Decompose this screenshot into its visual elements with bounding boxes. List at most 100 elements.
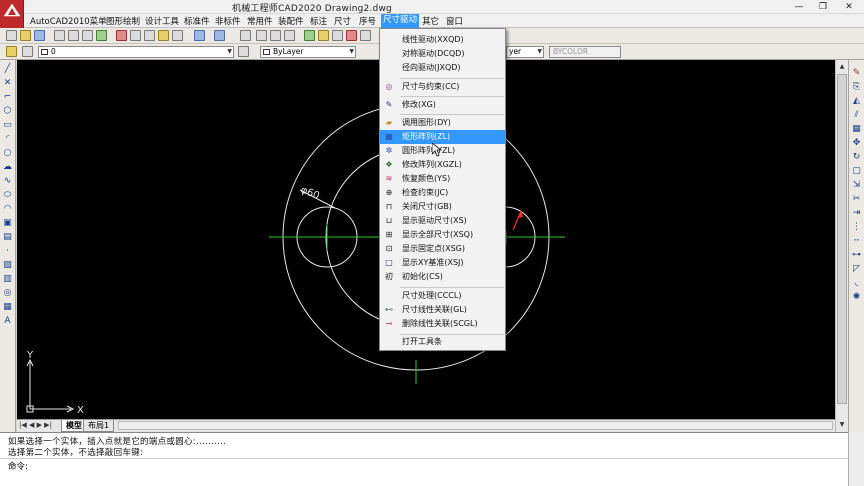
erase-icon[interactable]: ✎ [851, 68, 862, 79]
rotate-icon[interactable]: ↻ [851, 152, 862, 163]
region-icon[interactable]: ◎ [2, 288, 13, 299]
join-icon[interactable]: ⊶ [851, 250, 862, 261]
fillet-icon[interactable]: ◟ [851, 278, 862, 289]
ellipse-icon[interactable]: ⬭ [2, 190, 13, 201]
restore-button[interactable]: ❐ [810, 0, 836, 14]
menu-item-dimension-constraint[interactable]: ◎ 尺寸与约束(CC) [380, 80, 505, 94]
menu-window[interactable]: 窗口 [446, 15, 463, 27]
move-icon[interactable]: ✥ [851, 138, 862, 149]
open-file-icon[interactable] [20, 30, 31, 41]
zoom-realtime-icon[interactable] [256, 30, 267, 41]
layer-state-icon[interactable] [22, 46, 33, 57]
layer-manager-icon[interactable] [6, 46, 17, 57]
extend-icon[interactable]: ⇥ [851, 208, 862, 219]
redo-icon[interactable] [214, 30, 225, 41]
print-preview-icon[interactable] [68, 30, 79, 41]
arc-icon[interactable]: ◜ [2, 134, 13, 145]
layer-dropdown[interactable]: 0 ▼ [38, 46, 234, 58]
menu-nonstandard-parts[interactable]: 非标件 [215, 15, 241, 27]
copy-icon[interactable] [130, 30, 141, 41]
menu-item-check-constraint[interactable]: ⊕ 检查约束(JC) [380, 186, 505, 200]
mirror-icon[interactable]: ◭ [851, 96, 862, 107]
ellipse-arc-icon[interactable]: ◠ [2, 204, 13, 215]
menu-item-modify-array[interactable]: ❖ 修改阵列(XGZL) [380, 158, 505, 172]
scale-icon[interactable]: ▢ [851, 166, 862, 177]
table-icon[interactable]: ▦ [2, 302, 13, 313]
cut-icon[interactable] [116, 30, 127, 41]
tab-layout1[interactable]: 布局1 [83, 420, 115, 432]
zoom-previous-icon[interactable] [284, 30, 295, 41]
polygon-icon[interactable]: ⬡ [2, 106, 13, 117]
markup-icon[interactable] [360, 30, 371, 41]
menu-dimension-driven[interactable]: 尺寸驱动 [381, 14, 420, 28]
paste-icon[interactable] [144, 30, 155, 41]
menu-item-initialize[interactable]: 初初始化(CS) [380, 270, 505, 284]
menu-common-parts[interactable]: 常用件 [247, 15, 273, 27]
menu-item-symmetric-drive[interactable]: 对称驱动(DCQD) [380, 47, 505, 61]
gradient-icon[interactable]: ▥ [2, 274, 13, 285]
app-logo-icon[interactable] [0, 0, 24, 28]
menu-autocad[interactable]: AutoCAD2010菜单 [30, 15, 107, 27]
menu-item-show-all-dimension[interactable]: ⊞ 显示全部尺寸(XSQ) [380, 228, 505, 242]
polyline-icon[interactable]: ⌐ [2, 92, 13, 103]
scroll-thumb[interactable] [837, 74, 847, 404]
offset-icon[interactable]: ⫽ [851, 110, 862, 121]
menu-other[interactable]: 其它 [422, 15, 439, 27]
horizontal-scrollbar[interactable] [118, 421, 833, 430]
menu-item-modify[interactable]: ✎ 修改(XG) [380, 98, 505, 112]
close-button[interactable]: ✕ [836, 0, 862, 14]
menu-design-tools[interactable]: 设计工具 [145, 15, 179, 27]
menu-draw[interactable]: 图形绘制 [106, 15, 140, 27]
trim-icon[interactable]: ✂ [851, 194, 862, 205]
menu-item-restore-color[interactable]: ≋ 恢复颜色(YS) [380, 172, 505, 186]
tool-palettes-icon[interactable] [332, 30, 343, 41]
linetype-dropdown[interactable]: yer ▼ [506, 46, 544, 58]
sheet-set-icon[interactable] [346, 30, 357, 41]
chamfer-icon[interactable]: ◸ [851, 264, 862, 275]
dimension-label[interactable]: φ60 [299, 185, 321, 202]
insert-block-icon[interactable]: ▣ [2, 218, 13, 229]
menu-dimension[interactable]: 尺寸 [334, 15, 351, 27]
scroll-up-icon[interactable]: ▲ [837, 61, 847, 72]
tab-navigation-icon[interactable]: |◀ ◀ ▶ ▶| [19, 421, 52, 429]
undo-icon[interactable] [194, 30, 205, 41]
menu-sequence[interactable]: 序号 [359, 15, 376, 27]
break-icon[interactable]: ╌ [851, 236, 862, 247]
revision-cloud-icon[interactable]: ☁ [2, 162, 13, 173]
menu-item-delete-linear-associate[interactable]: ⊸ 删除线性关联(SCGL) [380, 317, 505, 331]
save-icon[interactable] [34, 30, 45, 41]
menu-item-show-xy-datum[interactable]: □ 显示XY基准(XSJ) [380, 256, 505, 270]
hatch-icon[interactable]: ▨ [2, 260, 13, 271]
menu-annotation[interactable]: 标注 [310, 15, 327, 27]
break-at-point-icon[interactable]: ⋮ [851, 222, 862, 233]
copy-object-icon[interactable]: ⎘ [851, 82, 862, 93]
menu-item-show-fixed-point[interactable]: ⊡ 显示固定点(XSG) [380, 242, 505, 256]
array-icon[interactable]: ▦ [851, 124, 862, 135]
menu-standard-parts[interactable]: 标准件 [184, 15, 210, 27]
menu-item-circular-array[interactable]: ✲ 圆形阵列(YZL) [380, 144, 505, 158]
scroll-down-icon[interactable]: ▼ [837, 419, 847, 430]
command-scrollbar[interactable] [848, 432, 864, 486]
menu-item-close-dimension[interactable]: ⊓ 关闭尺寸(GB) [380, 200, 505, 214]
menu-item-rectangular-array[interactable]: ▦ 矩形阵列(ZL) [380, 130, 505, 144]
rectangle-icon[interactable]: ▭ [2, 120, 13, 131]
menu-item-call-graphic[interactable]: ▰ 调用图形(DY) [380, 116, 505, 130]
block-editor-icon[interactable] [172, 30, 183, 41]
menu-item-linear-associate[interactable]: ⊷ 尺寸线性关联(GL) [380, 303, 505, 317]
point-icon[interactable]: · [2, 246, 13, 257]
multiline-text-icon[interactable]: A [2, 316, 13, 327]
pan-icon[interactable] [240, 30, 251, 41]
menu-item-linear-drive[interactable]: 线性驱动(XXQD) [380, 33, 505, 47]
circle-icon[interactable]: ○ [2, 148, 13, 159]
plot-icon[interactable] [96, 30, 107, 41]
menu-item-dimension-processing[interactable]: 尺寸处理(CCCL) [380, 289, 505, 303]
line-icon[interactable]: ╱ [2, 64, 13, 75]
publish-icon[interactable] [82, 30, 93, 41]
construction-line-icon[interactable]: ✕ [2, 78, 13, 89]
menu-item-radial-drive[interactable]: 径向驱动(JXQD) [380, 61, 505, 75]
print-icon[interactable] [54, 30, 65, 41]
stretch-icon[interactable]: ⇲ [851, 180, 862, 191]
match-properties-icon[interactable] [158, 30, 169, 41]
explode-icon[interactable]: ✺ [851, 292, 862, 303]
zoom-window-icon[interactable] [270, 30, 281, 41]
